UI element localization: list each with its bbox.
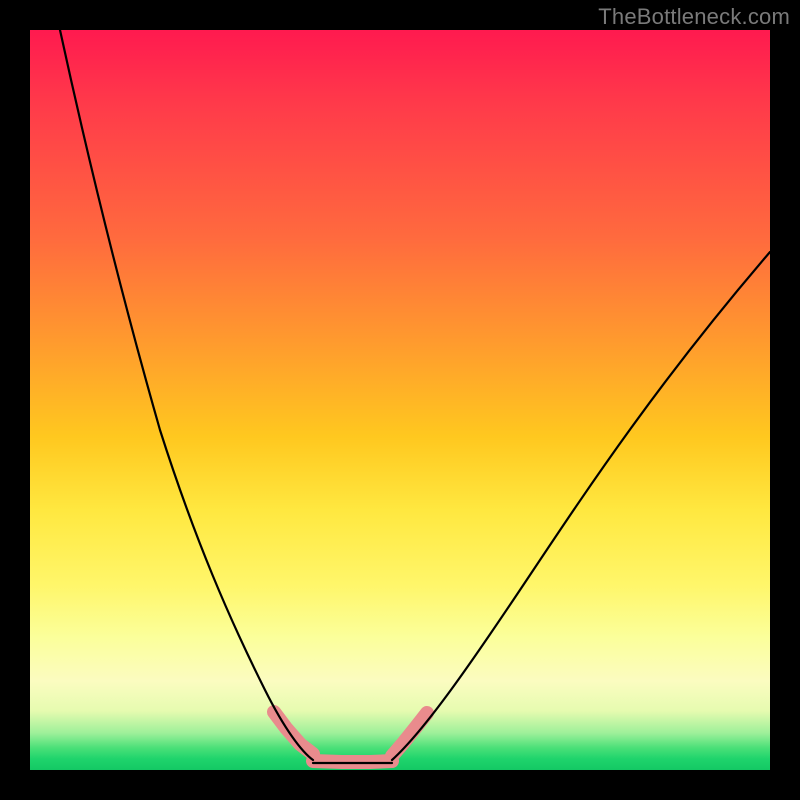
curve-left xyxy=(60,30,313,760)
highlight-right xyxy=(392,713,427,756)
watermark-text: TheBottleneck.com xyxy=(598,4,790,30)
curve-right xyxy=(392,252,770,760)
chart-frame: TheBottleneck.com xyxy=(0,0,800,800)
plot-area xyxy=(30,30,770,770)
highlight-bottom xyxy=(313,761,392,762)
curve-layer xyxy=(30,30,770,770)
